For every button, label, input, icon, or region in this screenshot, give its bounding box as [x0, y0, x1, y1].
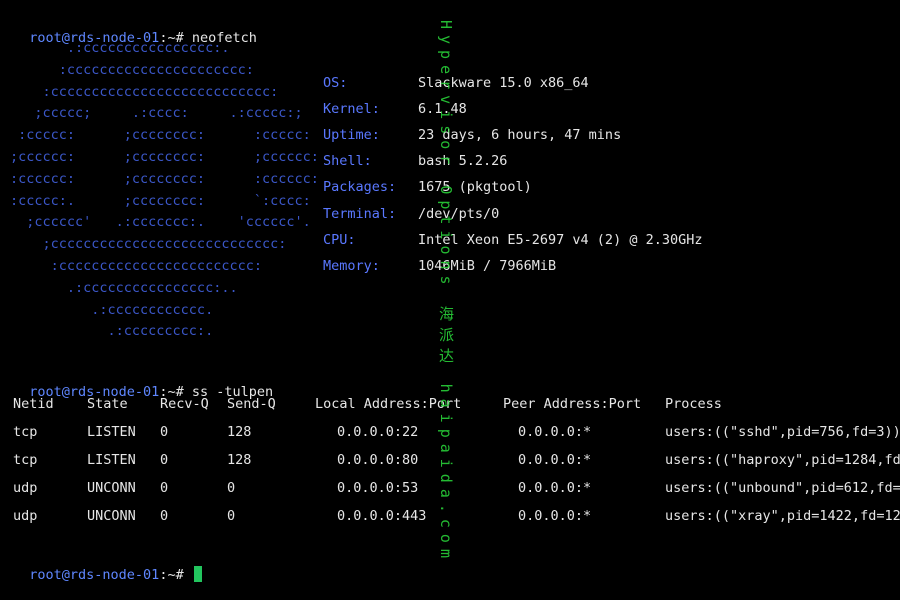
- terminal-cursor: [193, 566, 202, 582]
- table-cell: LISTEN: [87, 452, 136, 468]
- logo-line: .:cccccccccccc.: [10, 301, 214, 318]
- table-cell: users:(("haproxy",pid=1284,fd=6)): [665, 452, 900, 468]
- table-cell: UNCONN: [87, 508, 136, 524]
- logo-line: :cccccccccccccccccccccc:: [10, 61, 254, 78]
- table-cell: 0: [160, 508, 169, 524]
- table-cell: 0: [160, 480, 169, 496]
- table-cell: 128: [227, 424, 252, 440]
- logo-line: ;cccccc: ;cccccccc: ;cccccc:: [10, 148, 319, 165]
- table-cell: 0.0.0.0:*: [518, 452, 592, 468]
- table-header-cell: Send-Q: [227, 396, 276, 412]
- table-cell: tcp: [13, 452, 38, 468]
- table-cell: 0.0.0.0:*: [518, 480, 592, 496]
- table-header-cell: Process: [665, 396, 722, 412]
- logo-line: :ccccccccccccccccccccccccccc:: [10, 83, 279, 100]
- table-cell: 0.0.0.0:80: [337, 452, 419, 468]
- table-header-cell: State: [87, 396, 128, 412]
- table-cell: 0.0.0.0:*: [518, 508, 592, 524]
- info-key: Terminal:: [323, 206, 397, 222]
- slackware-ascii-logo: .:cccccccccccccccc:. :cccccccccccccccccc…: [10, 38, 319, 343]
- table-cell: udp: [13, 480, 38, 496]
- info-key: Packages:: [323, 179, 397, 195]
- logo-line: .:cccccccccccccccc:..: [10, 279, 238, 296]
- table-cell: 0.0.0.0:53: [337, 480, 419, 496]
- logo-line: :cccccccccccccccccccccccc:: [10, 257, 262, 274]
- table-cell: UNCONN: [87, 480, 136, 496]
- info-key: OS:: [323, 75, 348, 91]
- logo-line: ;cccccccccccccccccccccccccccc:: [10, 236, 287, 253]
- info-key: Uptime:: [323, 127, 380, 143]
- info-key: CPU:: [323, 232, 356, 248]
- watermark-text: Hypervisor Options 海派达 haipaida.com: [437, 20, 455, 564]
- table-header-cell: Peer Address:Port: [503, 396, 642, 412]
- table-header-cell: Netid: [13, 396, 54, 412]
- table-cell: 0: [227, 480, 236, 496]
- prompt-user-host: root@rds-node-01: [29, 567, 160, 583]
- prompt-line-3[interactable]: root@rds-node-01:~#: [13, 550, 202, 583]
- table-cell: 0.0.0.0:443: [337, 508, 427, 524]
- table-cell: LISTEN: [87, 424, 136, 440]
- table-header-cell: Recv-Q: [160, 396, 209, 412]
- table-cell: users:(("sshd",pid=756,fd=3)): [665, 424, 900, 440]
- table-cell: users:(("unbound",pid=612,fd=4)): [665, 480, 900, 496]
- logo-line: :cccccc: ;cccccccc: :cccccc:: [10, 170, 319, 187]
- logo-line: .:cccccccccccccccc:.: [10, 40, 230, 56]
- table-cell: 128: [227, 452, 252, 468]
- logo-line: ;cccccc' .:ccccccc:. 'cccccc'.: [10, 214, 311, 231]
- table-cell: udp: [13, 508, 38, 524]
- table-cell: tcp: [13, 424, 38, 440]
- logo-line: :ccccc:. ;cccccccc: `:cccc:: [10, 192, 311, 209]
- table-cell: users:(("xray",pid=1422,fd=12)): [665, 508, 900, 524]
- prompt-suffix: :~#: [159, 567, 184, 583]
- table-cell: 0: [227, 508, 236, 524]
- info-key: Shell:: [323, 153, 372, 169]
- logo-line: :ccccc: ;cccccccc: :ccccc:: [10, 127, 311, 144]
- table-cell: 0.0.0.0:*: [518, 424, 592, 440]
- info-value: Intel Xeon E5-2697 v4 (2) @ 2.30GHz: [418, 232, 703, 248]
- table-cell: 0: [160, 424, 169, 440]
- info-key: Kernel:: [323, 101, 380, 117]
- logo-line: .:ccccccccc:.: [10, 323, 214, 340]
- info-key: Memory:: [323, 258, 380, 274]
- logo-line: ;ccccc; .:cccc: .:ccccc:;: [10, 105, 303, 122]
- info-value: /dev/pts/0: [418, 206, 500, 222]
- info-value: bash 5.2.26: [418, 153, 508, 169]
- table-cell: 0.0.0.0:22: [337, 424, 419, 440]
- table-cell: 0: [160, 452, 169, 468]
